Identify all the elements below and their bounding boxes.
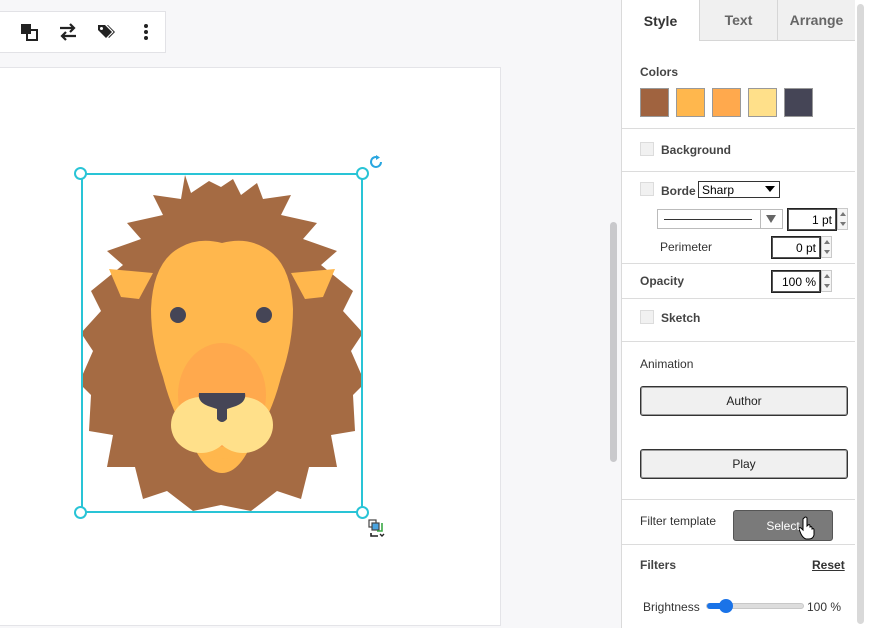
divider [622, 341, 855, 342]
opacity-stepper[interactable] [821, 270, 832, 292]
line-pattern-select[interactable] [657, 209, 783, 229]
background-checkbox[interactable] [640, 142, 654, 156]
chevron-down-icon [766, 215, 776, 223]
resize-handle-bottom-left[interactable] [74, 506, 87, 519]
border-label: Borde [661, 184, 696, 198]
tags-button[interactable] [89, 12, 126, 52]
divider [622, 128, 855, 129]
rotate-icon[interactable] [368, 154, 384, 170]
background-label: Background [661, 143, 732, 157]
swap-button[interactable] [49, 12, 86, 52]
perimeter-input[interactable]: 0 pt [771, 236, 821, 259]
arrange-icon [20, 24, 38, 41]
color-swatch-2[interactable] [676, 88, 705, 117]
brightness-slider[interactable] [706, 599, 804, 613]
select-filter-button[interactable]: Select [733, 510, 833, 541]
filter-template-label: Filter template [640, 514, 717, 528]
more-vertical-icon [144, 24, 149, 40]
divider [622, 499, 855, 500]
tab-text[interactable]: Text [699, 0, 777, 41]
color-swatch-5[interactable] [784, 88, 813, 117]
chevron-down-icon [765, 186, 775, 192]
tab-arrange[interactable]: Arrange [777, 0, 855, 41]
filters-label: Filters [640, 558, 677, 572]
opacity-input[interactable]: 100 % [771, 270, 821, 293]
tags-icon [98, 25, 116, 38]
brightness-value: 100 % [807, 600, 842, 614]
arrange-button[interactable] [10, 12, 47, 52]
brightness-slider-thumb[interactable] [719, 599, 733, 613]
swap-icon [59, 23, 76, 41]
format-toolbar [0, 11, 166, 53]
format-tabs: Style Text Arrange [622, 0, 855, 41]
hand-cursor-icon [799, 516, 815, 540]
panel-scrollbar[interactable] [857, 4, 864, 624]
divider [622, 298, 855, 299]
sketch-label: Sketch [661, 311, 701, 325]
border-checkbox[interactable] [640, 182, 654, 196]
border-style-select[interactable]: Sharp [698, 181, 780, 198]
replace-shape-icon[interactable] [367, 518, 387, 538]
divider [760, 210, 761, 228]
color-swatch-1[interactable] [640, 88, 669, 117]
border-style-value: Sharp [702, 182, 735, 197]
reset-filters-link[interactable]: Reset [812, 558, 845, 572]
selection-box [81, 173, 363, 513]
divider [622, 544, 855, 545]
perimeter-stepper[interactable] [821, 236, 832, 258]
line-pattern-preview [664, 219, 752, 220]
opacity-label: Opacity [640, 274, 685, 288]
brightness-label: Brightness [643, 600, 700, 614]
border-width-input[interactable]: 1 pt [787, 208, 837, 231]
play-button[interactable]: Play [640, 449, 848, 479]
divider [622, 263, 855, 264]
divider [622, 171, 855, 172]
resize-handle-top-left[interactable] [74, 167, 87, 180]
animation-label: Animation [640, 357, 694, 371]
tab-style[interactable]: Style [622, 0, 699, 41]
author-button[interactable]: Author [640, 386, 848, 416]
border-width-stepper[interactable] [837, 208, 848, 230]
format-panel: Style Text Arrange Colors Background Bor… [621, 0, 876, 628]
canvas-area[interactable] [0, 0, 621, 628]
color-swatch-3[interactable] [712, 88, 741, 117]
canvas-vertical-scrollbar[interactable] [610, 222, 617, 462]
sketch-checkbox[interactable] [640, 310, 654, 324]
color-swatch-4[interactable] [748, 88, 777, 117]
colors-label: Colors [640, 65, 679, 79]
more-button[interactable] [128, 12, 165, 52]
perimeter-label: Perimeter [660, 240, 713, 254]
